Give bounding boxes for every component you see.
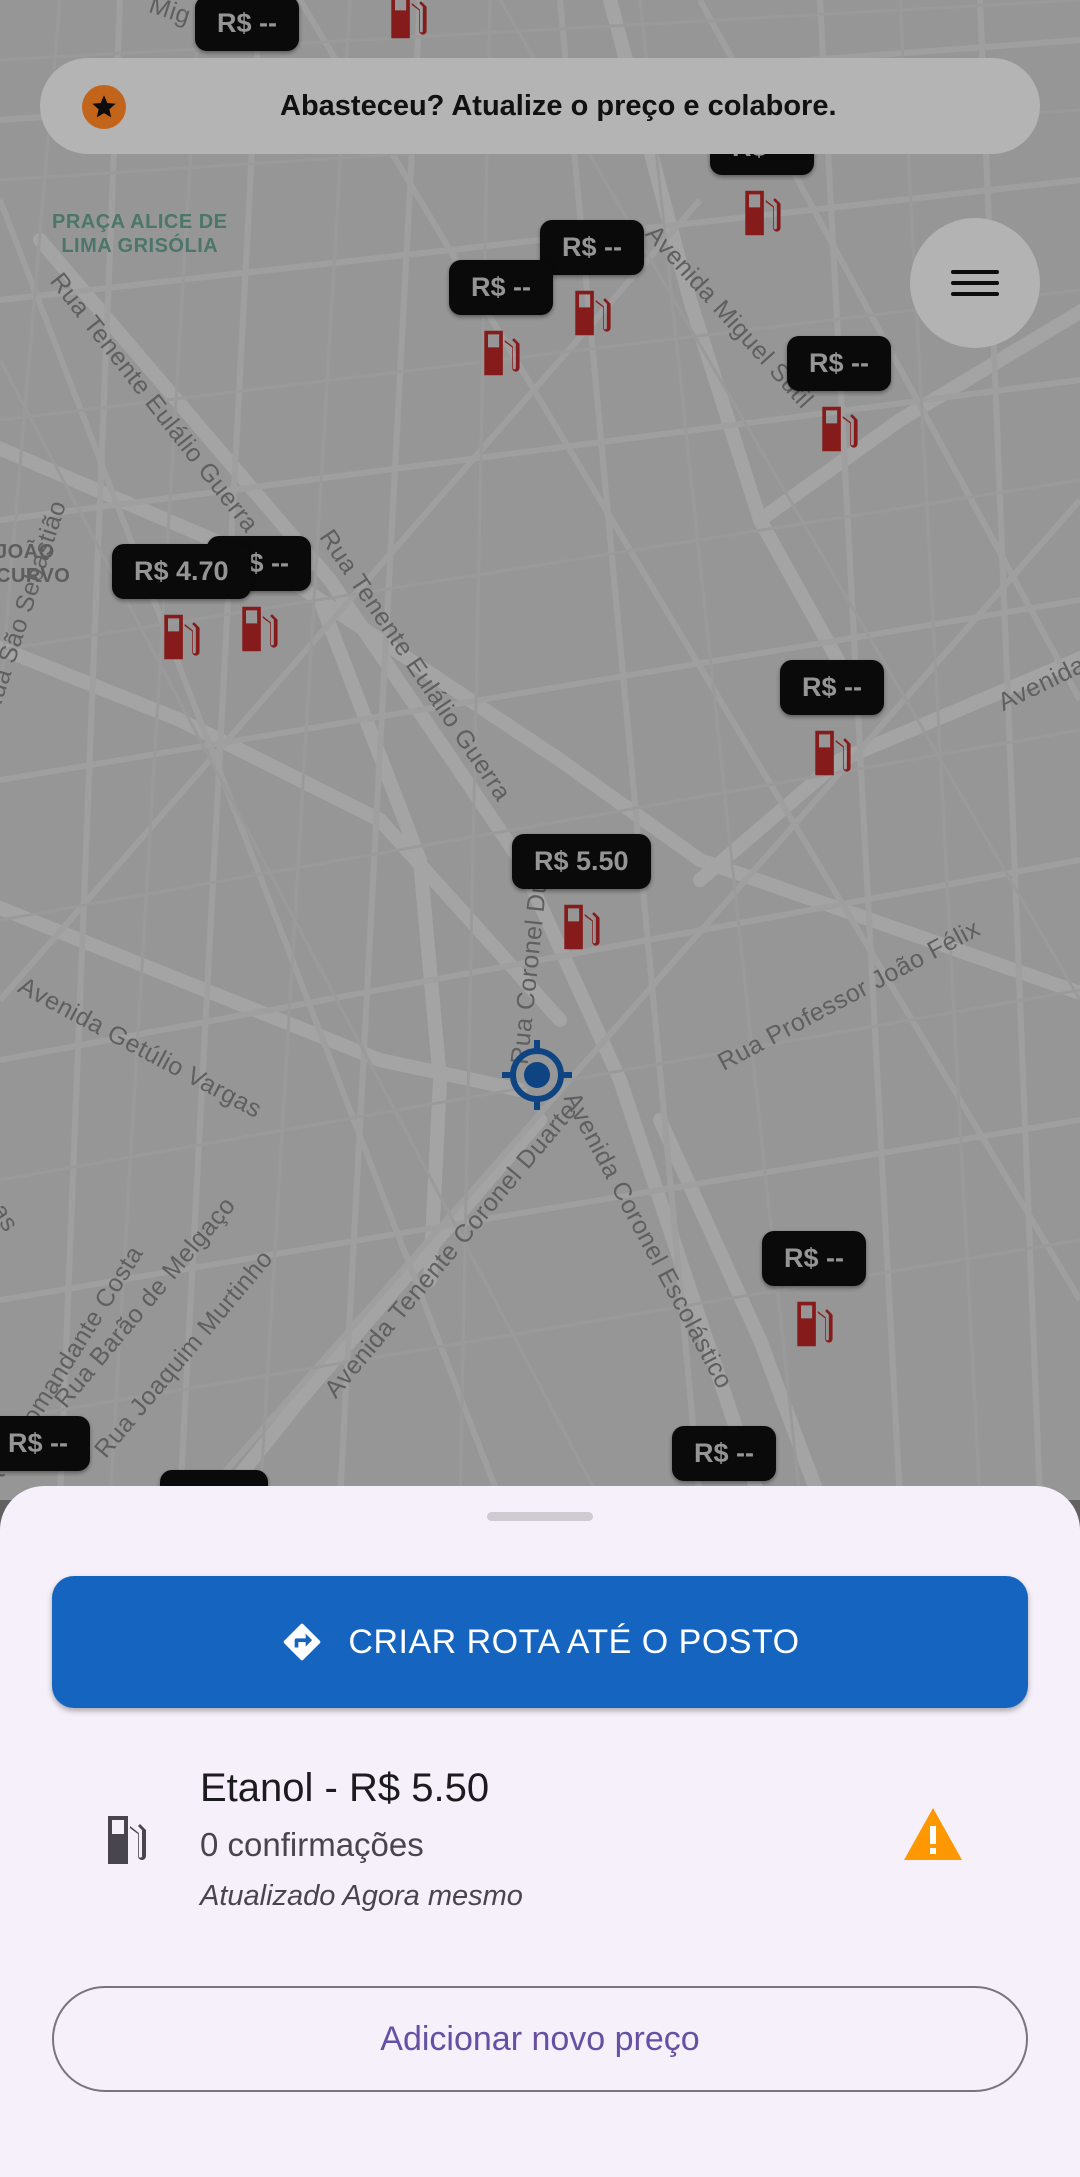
add-price-label: Adicionar novo preço — [380, 2019, 700, 2058]
updated-time: Atualizado Agora mesmo — [200, 1880, 523, 1912]
map-view[interactable]: PRAÇA ALICE DE LIMA GRISÓLIA JOÃO CURVO … — [0, 0, 1080, 1500]
fuel-pump-icon — [575, 290, 611, 336]
fuel-station-marker[interactable]: R$ 4.70 — [112, 544, 251, 663]
place-label: PRAÇA ALICE DE LIMA GRISÓLIA — [52, 210, 228, 258]
warning-icon[interactable] — [902, 1806, 964, 1862]
menu-button[interactable] — [910, 218, 1040, 348]
fuel-station-marker[interactable]: R$ -- — [0, 1416, 90, 1471]
banner-text: Abasteceu? Atualize o preço e colabore. — [280, 90, 837, 122]
fuel-station-marker[interactable]: R$ -- — [672, 1426, 776, 1481]
price-tag: R$ 4.70 — [112, 544, 251, 599]
place-label-line: LIMA GRISÓLIA — [61, 235, 219, 257]
price-tag: R$ -- — [540, 220, 644, 275]
price-tag: R$ -- — [0, 1416, 90, 1471]
fuel-station-marker[interactable]: R$ -- — [762, 1231, 866, 1350]
fuel-pump-icon — [745, 190, 781, 236]
fuel-station-marker[interactable]: R$ -- — [449, 260, 553, 379]
fuel-title: Etanol - R$ 5.50 — [200, 1766, 490, 1810]
star-icon — [82, 85, 126, 129]
fuel-pump-icon — [164, 614, 200, 660]
price-tag: R$ -- — [780, 660, 884, 715]
update-price-banner[interactable]: Abasteceu? Atualize o preço e colabore. — [40, 58, 1040, 154]
drag-handle[interactable] — [487, 1512, 593, 1521]
create-route-label: CRIAR ROTA ATÉ O POSTO — [348, 1622, 800, 1661]
menu-icon — [951, 263, 999, 303]
fuel-pump-icon — [822, 406, 858, 452]
fuel-pump-icon — [564, 904, 600, 950]
price-tag: R$ -- — [672, 1426, 776, 1481]
price-tag: R$ -- — [787, 336, 891, 391]
fuel-station-marker[interactable]: R$ -- — [787, 336, 891, 455]
fuel-station-marker[interactable] — [385, 0, 431, 42]
fuel-pump-icon — [815, 730, 851, 776]
fuel-pump-icon — [391, 0, 427, 39]
create-route-button[interactable]: CRIAR ROTA ATÉ O POSTO — [52, 1576, 1028, 1708]
price-tag: R$ -- — [195, 0, 299, 51]
add-price-button[interactable]: Adicionar novo preço — [52, 1986, 1028, 2092]
fuel-pump-icon — [108, 1816, 146, 1864]
fuel-pump-icon — [484, 330, 520, 376]
price-tag: R$ -- — [762, 1231, 866, 1286]
price-tag: R$ 5.50 — [512, 834, 651, 889]
fuel-station-marker[interactable]: R$ -- — [540, 220, 644, 339]
fuel-station-marker[interactable]: R$ -- — [195, 0, 299, 51]
my-location-icon — [502, 1040, 572, 1110]
confirmations-count: 0 confirmações — [200, 1826, 424, 1863]
fuel-station-marker[interactable]: R$ 5.50 — [512, 834, 651, 953]
station-bottom-sheet: CRIAR ROTA ATÉ O POSTO Etanol - R$ 5.50 … — [0, 1486, 1080, 2177]
place-label-line: PRAÇA ALICE DE — [52, 211, 228, 233]
fuel-station-marker[interactable]: R$ -- — [780, 660, 884, 779]
price-tag: R$ -- — [449, 260, 553, 315]
fuel-price-item[interactable]: Etanol - R$ 5.50 0 confirmações Atualiza… — [0, 1756, 1080, 1926]
directions-icon — [284, 1623, 321, 1661]
fuel-pump-icon — [797, 1301, 833, 1347]
